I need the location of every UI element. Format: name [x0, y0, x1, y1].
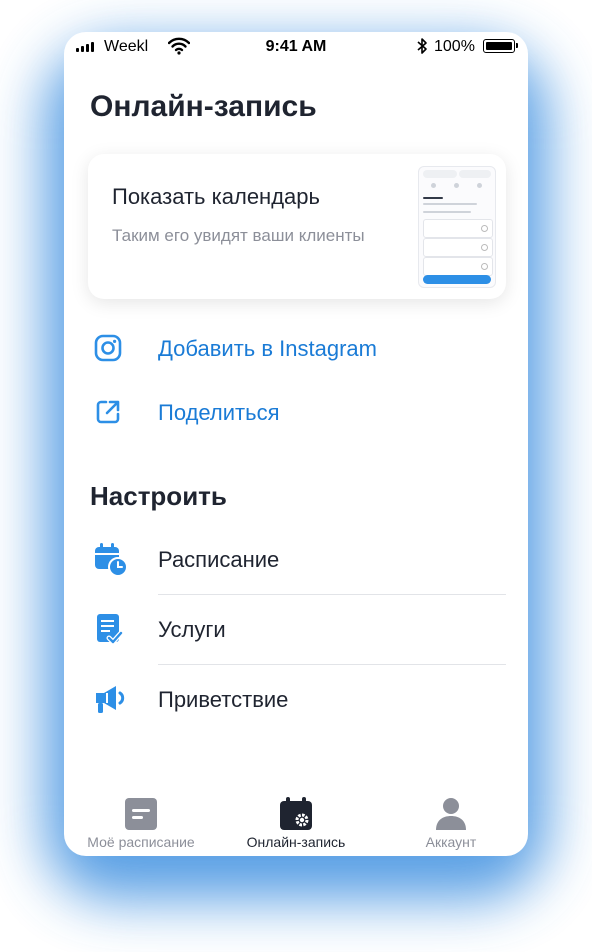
- settings-item-services[interactable]: Услуги: [64, 595, 528, 665]
- phone-screen: Weekl 9:41 AM 100% Онлайн-запись Показат…: [64, 32, 528, 856]
- note-icon: [125, 798, 157, 830]
- battery-icon: [483, 39, 518, 53]
- tab-label: Моё расписание: [87, 834, 195, 850]
- instagram-label: Добавить в Instagram: [158, 336, 377, 361]
- settings-item-schedule[interactable]: Расписание: [64, 525, 528, 595]
- page-title: Онлайн-запись: [90, 90, 317, 123]
- card-title: Показать календарь: [112, 184, 320, 209]
- battery-percent: 100%: [434, 38, 475, 55]
- status-bar: Weekl 9:41 AM 100%: [64, 32, 528, 62]
- instagram-icon: [94, 334, 122, 362]
- tab-online-booking[interactable]: Онлайн-запись: [219, 782, 373, 856]
- calendar-clock-icon: [95, 543, 128, 577]
- user-icon: [436, 798, 466, 830]
- bluetooth-icon: [417, 38, 427, 54]
- calendar-preview-thumbnail: [418, 166, 496, 288]
- calendar-gear-icon: [280, 797, 312, 830]
- tab-label: Онлайн-запись: [246, 834, 346, 850]
- tab-account[interactable]: Аккаунт: [374, 782, 528, 856]
- share-icon: [96, 400, 120, 424]
- megaphone-icon: [96, 686, 125, 713]
- tab-my-schedule[interactable]: Моё расписание: [64, 782, 218, 856]
- tab-label: Аккаунт: [425, 834, 477, 850]
- tab-bar: Моё расписание Онлайн-запись Аккаунт: [64, 782, 528, 856]
- document-check-icon: [97, 614, 124, 645]
- show-calendar-card[interactable]: Показать календарь Таким его увидят ваши…: [88, 154, 506, 299]
- settings-section-title: Настроить: [90, 481, 227, 511]
- services-label: Услуги: [158, 617, 226, 642]
- settings-item-greeting[interactable]: Приветствие: [64, 665, 528, 735]
- share-label: Поделиться: [158, 400, 280, 425]
- card-subtitle: Таким его увидят ваши клиенты: [112, 226, 365, 245]
- schedule-label: Расписание: [158, 547, 280, 572]
- greeting-label: Приветствие: [158, 687, 289, 712]
- share-link[interactable]: Поделиться: [64, 390, 528, 434]
- add-to-instagram-link[interactable]: Добавить в Instagram: [64, 326, 528, 370]
